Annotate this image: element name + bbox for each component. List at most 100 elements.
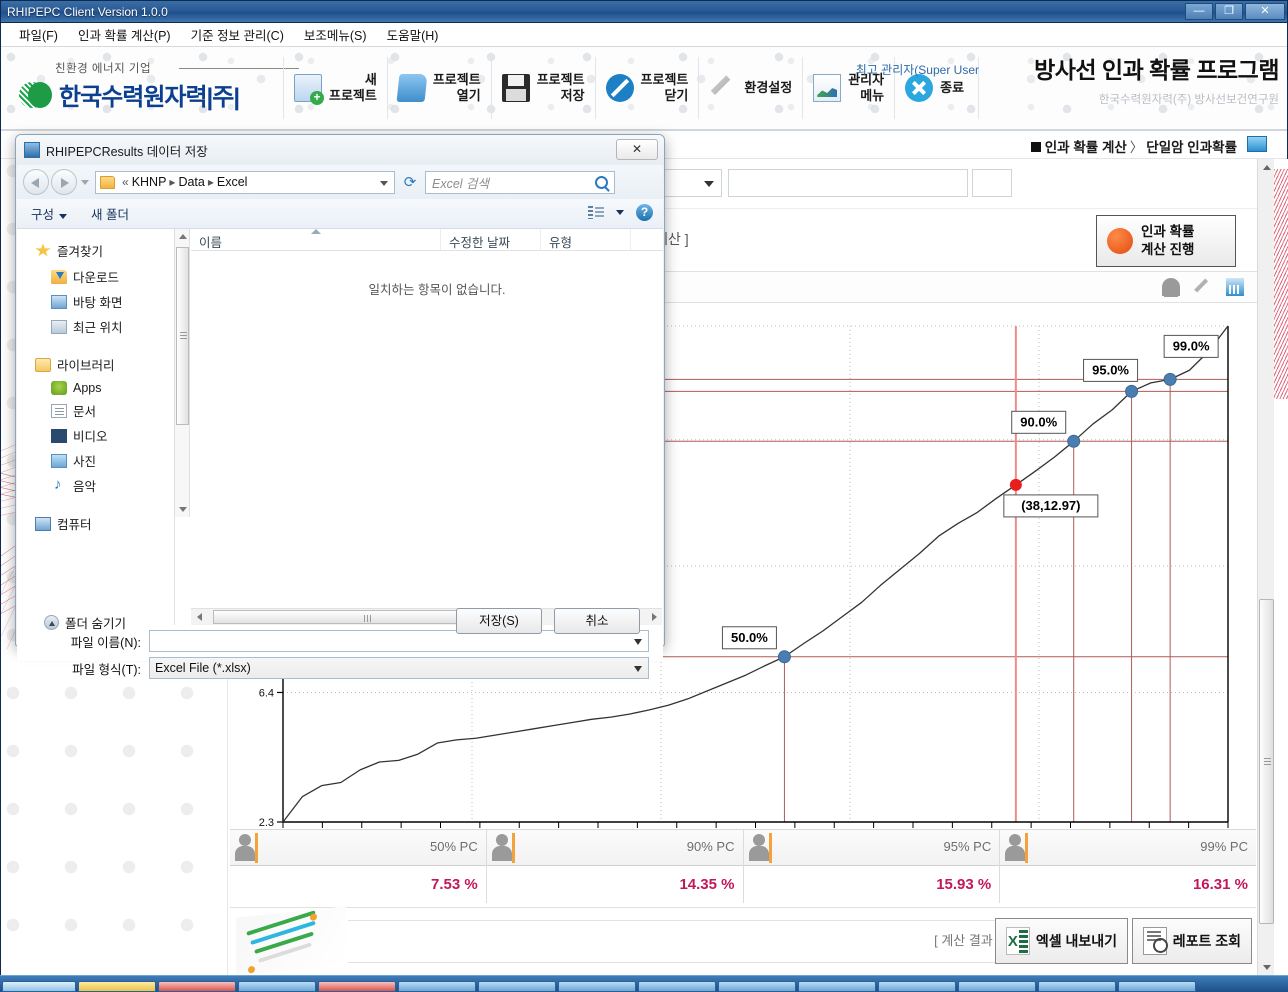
scroll-up-button[interactable] xyxy=(1258,159,1275,176)
apps-icon xyxy=(51,381,67,395)
chevron-down-icon[interactable] xyxy=(616,210,624,215)
recent-locations-dropdown[interactable] xyxy=(79,169,91,195)
hide-folders-toggle[interactable]: 폴더 숨기기 xyxy=(44,613,126,632)
new-folder-button[interactable]: 새 폴더 xyxy=(91,204,129,223)
pc-value-95: 15.93 % xyxy=(936,876,992,893)
svg-text:99.0%: 99.0% xyxy=(1173,338,1210,353)
sidebar-label-libraries: 라이브러리 xyxy=(57,359,115,373)
taskbar-item[interactable] xyxy=(878,981,956,992)
column-type[interactable]: 유형 xyxy=(541,229,631,250)
sidebar-scroll-thumb[interactable] xyxy=(176,247,189,425)
run-indicator-icon xyxy=(1107,228,1133,254)
menu-pc-calc[interactable]: 인과 확률 계산(P) xyxy=(68,23,181,46)
address-dropdown-icon[interactable] xyxy=(380,180,388,186)
menu-sub[interactable]: 보조메뉴(S) xyxy=(294,23,377,46)
toolbar-close-project[interactable]: 프로젝트 닫기 xyxy=(596,57,700,119)
sidebar-label-pictures: 사진 xyxy=(73,455,97,469)
file-list-empty-message: 일치하는 항목이 없습니다. xyxy=(368,283,506,297)
sidebar-scroll-down[interactable] xyxy=(175,502,190,517)
main-vertical-scrollbar[interactable] xyxy=(1257,159,1275,976)
chevron-down-icon[interactable] xyxy=(634,639,642,645)
excel-export-button[interactable]: 엑셀 내보내기 xyxy=(994,918,1128,964)
result-footer: [ 계산 결과 ] 엑셀 내보내기 레포트 조회 xyxy=(230,906,1256,976)
program-subtitle: 한국수력원자력(주) 방사선보건연구원 xyxy=(1098,94,1279,106)
taskbar-item[interactable] xyxy=(158,981,236,992)
run-calculation-button[interactable]: 인과 확률 계산 진행 xyxy=(1096,215,1236,267)
sidebar-item-pictures[interactable]: 사진 xyxy=(17,448,174,473)
column-name[interactable]: 이름 xyxy=(191,229,441,250)
excel-icon xyxy=(1005,927,1030,955)
taskbar-item[interactable] xyxy=(238,981,316,992)
menu-reference-info[interactable]: 기준 정보 관리(C) xyxy=(181,23,294,46)
taskbar-start-button[interactable] xyxy=(2,981,76,992)
menu-file[interactable]: 파일(F) xyxy=(9,23,68,46)
cancel-button[interactable]: 취소 xyxy=(554,608,640,634)
sidebar-item-desktop[interactable]: 바탕 화면 xyxy=(17,289,174,314)
sidebar-item-documents[interactable]: 문서 xyxy=(17,398,174,423)
dialog-search-input[interactable]: Excel 검색 xyxy=(425,170,615,194)
taskbar-item[interactable] xyxy=(718,981,796,992)
sidebar-group-libraries[interactable]: 라이브러리 xyxy=(17,351,174,378)
toolbar-open-project[interactable]: 프로젝트 열기 xyxy=(388,57,492,119)
refresh-icon[interactable]: ⟳ xyxy=(399,171,421,194)
taskbar-item[interactable] xyxy=(798,981,876,992)
address-segment-excel[interactable]: Excel xyxy=(217,175,248,189)
save-button[interactable]: 저장(S) xyxy=(456,608,542,634)
taskbar-item[interactable] xyxy=(958,981,1036,992)
sidebar-item-downloads[interactable]: 다운로드 xyxy=(17,264,174,289)
footer-divider-bottom xyxy=(348,962,1006,963)
taskbar-item[interactable] xyxy=(638,981,716,992)
view-mode-icon[interactable] xyxy=(588,205,604,221)
address-segment-khnp[interactable]: KHNP xyxy=(132,175,167,189)
person-percent-icon xyxy=(235,833,258,863)
sidebar-item-music[interactable]: 음악 xyxy=(17,473,174,498)
taskbar-item[interactable] xyxy=(78,981,156,992)
scrollbar-thumb[interactable] xyxy=(1259,599,1274,924)
address-bar[interactable]: « KHNP ▸ Data ▸ Excel xyxy=(95,170,395,194)
minimize-button[interactable]: — xyxy=(1185,3,1213,20)
breadcrumb-current: 단일암 인과확률 xyxy=(1146,140,1237,155)
taskbar-item[interactable] xyxy=(1038,981,1116,992)
organize-menu[interactable]: 구성 xyxy=(31,204,68,223)
menu-help[interactable]: 도움말(H) xyxy=(377,23,449,46)
sidebar-scrollbar[interactable] xyxy=(175,229,190,517)
sidebar-item-recent[interactable]: 최근 위치 xyxy=(17,314,174,339)
tools-icon[interactable] xyxy=(1194,278,1209,293)
taskbar-item[interactable] xyxy=(318,981,396,992)
back-button[interactable] xyxy=(23,169,49,195)
sidebar-item-videos[interactable]: 비디오 xyxy=(17,423,174,448)
taskbar-item[interactable] xyxy=(558,981,636,992)
extra-scroll-cell[interactable] xyxy=(972,169,1012,197)
sidebar-scroll-up[interactable] xyxy=(175,229,190,244)
sidebar-group-computer[interactable]: 컴퓨터 xyxy=(17,510,174,537)
taskbar-item[interactable] xyxy=(1118,981,1196,992)
extra-field[interactable] xyxy=(728,169,968,197)
sidebar-group-favorites[interactable]: 즐겨찾기 xyxy=(17,237,174,264)
pc-header-50: 50% PC xyxy=(230,830,486,866)
taskbar-item[interactable] xyxy=(398,981,476,992)
dialog-close-button[interactable]: ✕ xyxy=(616,139,658,160)
svg-text:2.3: 2.3 xyxy=(259,817,274,829)
toolbar-save-project[interactable]: 프로젝트 저장 xyxy=(492,57,596,119)
taskbar-item[interactable] xyxy=(478,981,556,992)
file-save-dialog: RHIPEPCResults 데이터 저장 ✕ « KHNP ▸ Data ▸ … xyxy=(15,134,665,679)
report-view-button[interactable]: 레포트 조회 xyxy=(1131,918,1252,964)
new-project-icon xyxy=(294,74,324,105)
breadcrumb-root[interactable]: 인과 확률 계산 xyxy=(1045,140,1127,155)
forward-button[interactable] xyxy=(51,169,77,195)
toolbar-settings[interactable]: 환경설정 xyxy=(699,57,804,119)
organize-label: 구성 xyxy=(31,208,55,222)
address-segment-data[interactable]: Data xyxy=(178,175,204,189)
help-icon[interactable]: ? xyxy=(636,204,653,221)
chevron-down-icon[interactable] xyxy=(634,666,642,672)
filetype-select[interactable]: Excel File (*.xlsx) xyxy=(149,657,649,679)
toolbar-new-project[interactable]: 새 프로젝트 xyxy=(283,57,388,119)
close-button[interactable]: ✕ xyxy=(1245,3,1285,20)
window-restore-icon[interactable] xyxy=(1247,136,1267,152)
column-modified[interactable]: 수정한 날짜 xyxy=(441,229,541,250)
chart-icon[interactable] xyxy=(1226,278,1244,296)
person-icon[interactable] xyxy=(1162,278,1180,297)
maximize-button[interactable]: ❐ xyxy=(1215,3,1243,20)
sidebar-item-apps[interactable]: Apps xyxy=(17,378,174,398)
scroll-down-button[interactable] xyxy=(1258,959,1275,976)
